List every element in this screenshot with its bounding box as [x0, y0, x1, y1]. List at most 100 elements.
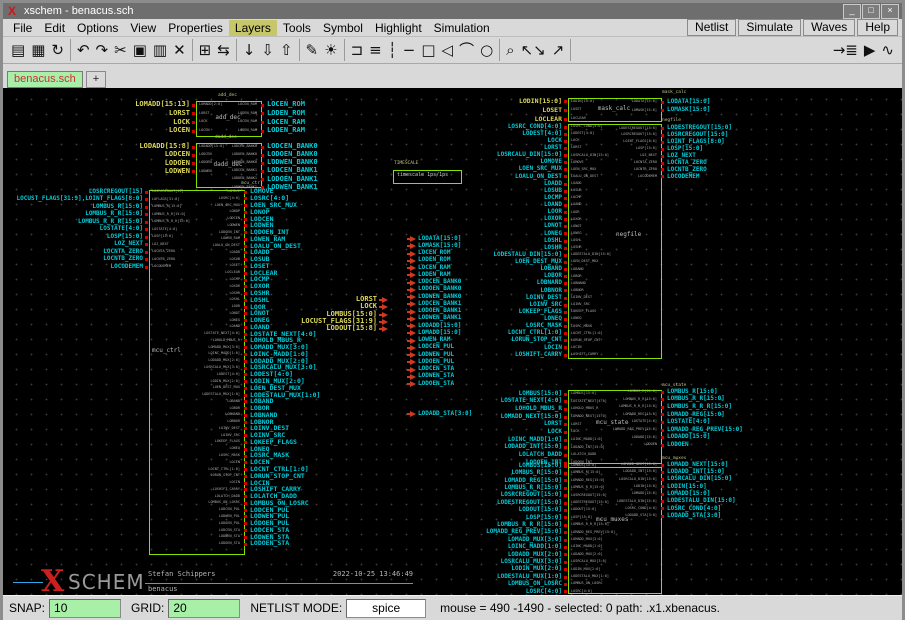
zoom-in-icon[interactable]: ↗	[549, 40, 568, 60]
pin[interactable]	[261, 162, 264, 165]
netlist-export-icon[interactable]: →≣	[830, 40, 861, 60]
net-label[interactable]: LOINC_MADD[1:0]	[342, 544, 562, 550]
pin[interactable]	[244, 279, 247, 282]
pin[interactable]	[564, 275, 567, 278]
pin[interactable]	[564, 282, 567, 285]
pin[interactable]	[244, 421, 247, 424]
snap-input[interactable]: 10	[49, 599, 121, 618]
simulate-run-icon[interactable]: ▶	[861, 40, 879, 60]
open-file-icon[interactable]: ▤	[8, 40, 28, 60]
pin[interactable]	[244, 333, 247, 336]
grid-input[interactable]: 20	[168, 599, 240, 618]
net-label[interactable]: LOMADD_NEXT[15:0]	[667, 462, 728, 468]
menu-button-waves[interactable]: Waves	[803, 19, 855, 36]
pin[interactable]	[661, 485, 664, 488]
net-label[interactable]: LOMBUS_R_R_R[15:0]	[342, 522, 562, 528]
net-label[interactable]: LODCEN_BANK0	[418, 279, 461, 285]
draw-polygon-icon[interactable]: ◁	[439, 40, 457, 60]
net-label[interactable]: LODOEN_BANK0	[267, 151, 318, 158]
view-waves-icon[interactable]: ∿	[878, 40, 897, 60]
net-label[interactable]: LODEN_ROM	[267, 110, 305, 117]
pin[interactable]	[244, 495, 247, 498]
pin[interactable]	[244, 536, 247, 539]
menu-simulation[interactable]: Simulation	[428, 20, 496, 36]
menu-button-simulate[interactable]: Simulate	[738, 19, 801, 36]
pin[interactable]	[261, 154, 264, 157]
pin[interactable]	[564, 190, 567, 193]
delete-icon[interactable]: ✕	[170, 40, 189, 60]
go-back-icon[interactable]: ⇧	[277, 40, 296, 60]
net-label[interactable]: LOOR	[342, 209, 562, 215]
pin[interactable]	[244, 468, 247, 471]
pin[interactable]	[564, 268, 567, 271]
pin[interactable]	[661, 127, 664, 130]
pin[interactable]	[564, 247, 567, 250]
net-label[interactable]: LOMADD_REG_PREV[15:0]	[667, 427, 743, 433]
pin[interactable]	[564, 325, 567, 328]
net-label[interactable]: LOCEN_ROM	[418, 250, 451, 256]
swap-view-icon[interactable]: ⇆	[214, 40, 233, 60]
pin[interactable]	[244, 488, 247, 491]
pin[interactable]	[244, 515, 247, 518]
pin[interactable]	[564, 531, 567, 534]
pin[interactable]	[244, 455, 247, 458]
net-label[interactable]: LOSTATE[4:0]	[667, 419, 710, 425]
net-label[interactable]: LOMBUS_R[15:0]	[667, 389, 718, 395]
copy-icon[interactable]: ▣	[130, 40, 150, 60]
pin[interactable]	[661, 175, 664, 178]
pin[interactable]	[564, 297, 567, 300]
pin[interactable]	[244, 543, 247, 546]
pin[interactable]	[564, 546, 567, 549]
pin[interactable]	[244, 258, 247, 261]
title-bar[interactable]: X xschem - benacus.sch _□×	[3, 3, 902, 19]
pin[interactable]	[661, 398, 664, 401]
pin[interactable]	[661, 421, 664, 424]
pin[interactable]	[661, 162, 664, 165]
net-label[interactable]: LODADD_MUX[2:0]	[342, 552, 562, 558]
pin[interactable]	[244, 482, 247, 485]
pin[interactable]	[564, 254, 567, 257]
pin[interactable]	[244, 509, 247, 512]
pin[interactable]	[244, 191, 247, 194]
net-label[interactable]: LODOEN_PUL	[418, 359, 454, 365]
pin[interactable]	[661, 406, 664, 409]
descend-symbol-icon[interactable]: ⇩	[258, 40, 277, 60]
pin[interactable]	[661, 101, 664, 104]
net-label[interactable]: LOSP[15:0]	[667, 146, 703, 152]
pin[interactable]	[244, 285, 247, 288]
maximize-button[interactable]: □	[862, 4, 880, 19]
pin[interactable]	[661, 391, 664, 394]
net-label[interactable]: LODWEN_BANK0	[418, 294, 461, 300]
pin[interactable]	[661, 413, 664, 416]
pin[interactable]	[244, 434, 247, 437]
pin[interactable]	[661, 436, 664, 439]
menu-view[interactable]: View	[124, 20, 162, 36]
net-label[interactable]: LOMADD_MUX[3:0]	[342, 537, 562, 543]
save-icon[interactable]: ▦	[28, 40, 48, 60]
reload-icon[interactable]: ↻	[48, 40, 67, 60]
net-label[interactable]: LOMBUS_R_R[15:0]	[667, 396, 725, 402]
pin[interactable]	[244, 292, 247, 295]
add-tab-button[interactable]: +	[86, 71, 106, 88]
pin[interactable]	[244, 529, 247, 532]
net-label[interactable]: LOCEN_RAM	[267, 119, 305, 126]
pin[interactable]	[244, 407, 247, 410]
pin[interactable]	[564, 197, 567, 200]
net-label[interactable]: LODEN_RAM	[418, 272, 451, 278]
net-label[interactable]: LOCEN_ROM	[267, 101, 305, 108]
pin[interactable]	[261, 170, 264, 173]
pin[interactable]	[244, 373, 247, 376]
pin[interactable]	[244, 360, 247, 363]
draw-line-icon[interactable]: −	[400, 40, 419, 60]
net-label[interactable]: LODWEN_STA	[418, 373, 454, 379]
net-label[interactable]: LODADD[15:0]	[418, 323, 461, 329]
pin[interactable]	[244, 522, 247, 525]
net-label[interactable]: LOCMP	[342, 195, 562, 201]
net-label[interactable]: LODADD_INT[15:0]	[667, 469, 725, 475]
pin[interactable]	[244, 400, 247, 403]
pin[interactable]	[564, 318, 567, 321]
place-label-icon[interactable]: ┆	[385, 40, 400, 60]
net-label[interactable]: LODESTALU_DIN[15:0]	[667, 498, 736, 504]
pin[interactable]	[244, 414, 247, 417]
pin[interactable]	[564, 118, 567, 121]
